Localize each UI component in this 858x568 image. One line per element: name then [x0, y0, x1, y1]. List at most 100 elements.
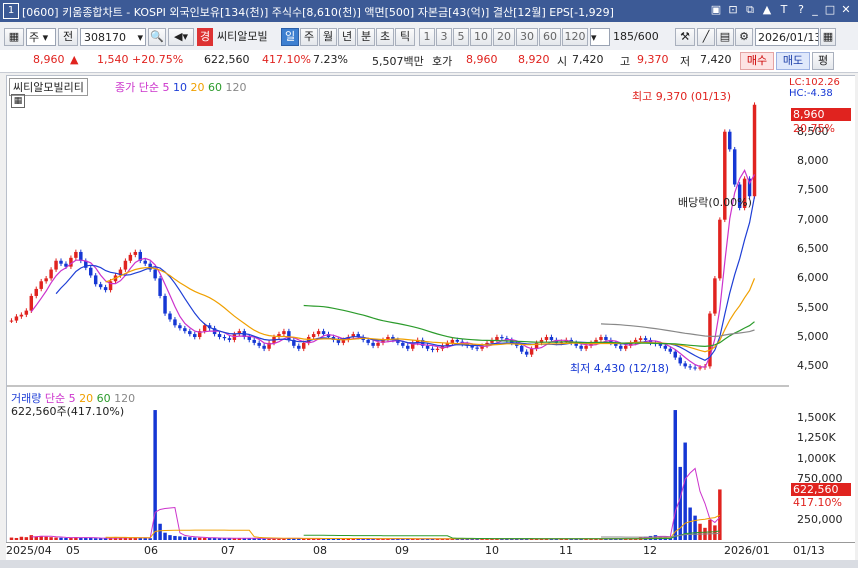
volume-bar — [718, 489, 722, 540]
candle-body — [579, 345, 583, 349]
stock-type-select[interactable]: 주 ▾ — [26, 28, 56, 46]
candle-body — [49, 269, 53, 279]
volume-tick-label: 1,500K — [797, 411, 836, 425]
candle-body — [401, 342, 405, 346]
restore-icon[interactable]: ⧉ — [743, 3, 757, 17]
candle-body — [619, 345, 623, 349]
period-week-button[interactable]: 주 — [300, 28, 318, 46]
stock-code-input[interactable]: 308170 ▾ — [80, 28, 146, 46]
date-tick-label: 07 — [221, 544, 235, 557]
interval-10-button[interactable]: 10 — [470, 28, 492, 46]
interval-3-button[interactable]: 3 — [436, 28, 452, 46]
candle-body — [752, 104, 757, 197]
zigzag-icon[interactable]: ╱ — [697, 28, 715, 46]
candle-body — [316, 331, 321, 335]
date-input[interactable]: 2026/01/13 — [755, 28, 819, 46]
period-year-button[interactable]: 년 — [338, 28, 356, 46]
interval-20-button[interactable]: 20 — [493, 28, 515, 46]
candle-body — [79, 251, 83, 261]
candle-body — [336, 339, 341, 343]
volume-bar — [683, 442, 687, 540]
candle-body — [638, 338, 643, 340]
candle-body — [688, 366, 692, 368]
link-icon[interactable]: ▣ — [709, 3, 723, 17]
date-tick-label: 12 — [643, 544, 657, 557]
price-axis: LC:102.26 HC:-4.38 8,500 8,000 7,500 7,000 6… — [789, 75, 855, 544]
volume-bar — [98, 538, 103, 540]
volume-value: 622,560주(417.10%) — [11, 405, 125, 418]
candle-body — [158, 278, 162, 296]
volume-bar — [183, 536, 187, 540]
prev-button[interactable]: 전 — [58, 28, 78, 46]
lock-icon[interactable]: ⊡ — [726, 3, 740, 17]
text-icon[interactable]: T — [777, 3, 791, 17]
interval-60-button[interactable]: 60 — [539, 28, 561, 46]
candle-body — [529, 348, 534, 355]
volume-bar — [168, 535, 172, 540]
layout-icon[interactable]: ▦ — [4, 28, 24, 46]
volume-bar — [54, 537, 58, 540]
candle-body — [311, 334, 316, 338]
current-volume-marker: 622,560 — [791, 483, 851, 496]
calendar-icon[interactable]: ▦ — [820, 28, 836, 46]
candle-body — [658, 344, 663, 346]
quote-price: 8,960 — [33, 53, 65, 66]
current-price-marker: 8,960 — [791, 108, 851, 121]
interval-1-button[interactable]: 1 — [419, 28, 435, 46]
period-month-button[interactable]: 월 — [319, 28, 337, 46]
ma-legend: 종가 단순 5 10 20 60 120 — [115, 79, 246, 95]
date-tick-label: 2025/04 — [6, 544, 52, 557]
interval-dropdown[interactable]: ▾ — [590, 28, 610, 46]
window-title-bar: 1 [0600] 키움종합차트 - KOSPI 외국인보유[134(천)] 주식… — [0, 0, 858, 22]
period-tick-button[interactable]: 틱 — [395, 28, 415, 46]
high-label: 고 — [620, 55, 631, 68]
candle-body — [287, 331, 291, 340]
candle-body — [524, 351, 529, 355]
candle-body — [455, 339, 460, 342]
high-annotation: 최고 9,370 (01/13) — [632, 90, 732, 103]
price-tick-label: 6,000 — [797, 271, 829, 285]
gear-icon[interactable]: ⚙ — [735, 28, 753, 46]
close-button[interactable]: ✕ — [839, 3, 853, 17]
volume-bar — [202, 537, 207, 540]
period-second-button[interactable]: 초 — [376, 28, 394, 46]
ma-line — [105, 267, 756, 353]
sell-button[interactable]: 매도 — [776, 52, 810, 70]
candle-body — [133, 251, 138, 255]
count-display[interactable]: 185/600 — [613, 28, 669, 46]
volume-bar — [688, 507, 692, 540]
up-arrow-icon: ▲ — [70, 53, 79, 66]
volume-bar — [64, 537, 68, 540]
compare-icon[interactable]: ▤ — [716, 28, 734, 46]
interval-5-button[interactable]: 5 — [453, 28, 469, 46]
date-tick-label: 05 — [66, 544, 80, 557]
eval-button[interactable]: 평 — [812, 52, 834, 70]
period-minute-button[interactable]: 분 — [357, 28, 375, 46]
candle-body — [89, 267, 93, 276]
interval-30-button[interactable]: 30 — [516, 28, 538, 46]
volume-bar — [188, 537, 192, 540]
grid-toggle-icon[interactable]: ▦ — [11, 94, 25, 108]
chart-area[interactable]: 씨티알모빌리티 종가 단순 5 10 20 60 120 ▦ 최고 9,370 … — [6, 75, 791, 544]
minimize-button[interactable]: _ — [808, 3, 822, 17]
candle-body — [217, 334, 222, 338]
window-title: [0600] 키움종합차트 - KOSPI 외국인보유[134(천)] 주식수[… — [22, 6, 614, 19]
search-icon[interactable]: 🔍 — [148, 28, 166, 46]
candle-body — [183, 328, 187, 332]
period-day-button[interactable]: 일 — [281, 28, 299, 46]
maximize-button[interactable]: □ — [823, 3, 837, 17]
speaker-icon[interactable]: ◀▾ — [168, 28, 194, 46]
interval-120-button[interactable]: 120 — [562, 28, 588, 46]
candle-body — [599, 337, 603, 340]
candle-body — [430, 348, 435, 350]
candle-body — [435, 348, 440, 350]
volume-bar — [49, 537, 53, 540]
help-icon[interactable]: ? — [794, 3, 808, 17]
quote-bid: 8,920 — [518, 53, 550, 66]
tool-icon[interactable]: ⚒ — [675, 28, 695, 46]
ma-line — [303, 304, 755, 348]
up-arrow-icon[interactable]: ▲ — [760, 3, 774, 17]
buy-button[interactable]: 매수 — [740, 52, 774, 70]
chart-scrollbar[interactable] — [0, 560, 858, 568]
low-label: 저 — [680, 55, 691, 68]
